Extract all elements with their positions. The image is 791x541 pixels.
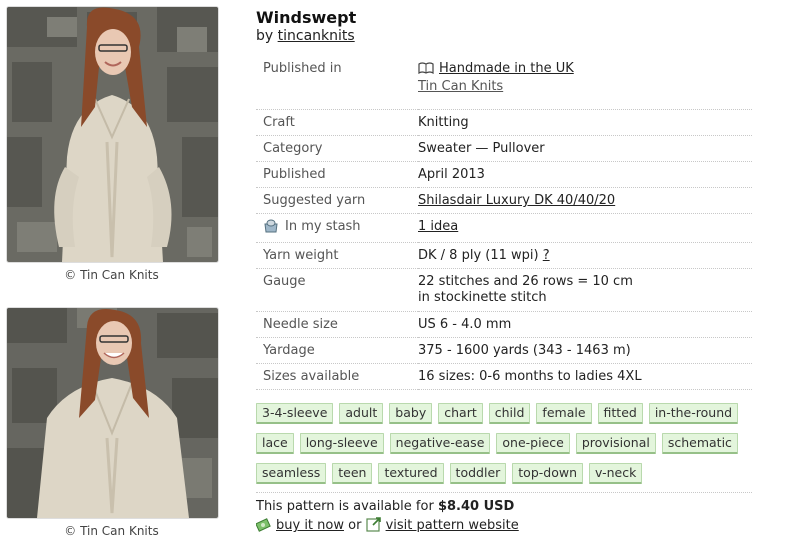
tag-chart[interactable]: chart <box>438 403 483 424</box>
tag-toddler[interactable]: toddler <box>449 463 507 484</box>
info-label: Published in <box>256 56 418 110</box>
tag-long-sleeve[interactable]: long-sleeve <box>299 433 384 454</box>
tag-in-the-round[interactable]: in-the-round <box>648 403 739 424</box>
price-line: This pattern is available for $8.40 USD <box>256 499 514 514</box>
tag-negative-ease[interactable]: negative-ease <box>389 433 491 454</box>
source-book-link[interactable]: Handmade in the UK <box>439 61 574 76</box>
info-row-category: Category Sweater — Pullover <box>256 135 752 162</box>
visit-pattern-website-link[interactable]: visit pattern website <box>386 518 519 533</box>
tag-fitted[interactable]: fitted <box>597 403 643 424</box>
info-value: Shilasdair Luxury DK 40/40/20 <box>418 187 752 214</box>
yarn-weight-value: DK / 8 ply (11 wpi) <box>418 248 539 263</box>
pattern-photo-2[interactable] <box>6 307 219 519</box>
pattern-photo-1[interactable] <box>6 6 219 263</box>
info-row-craft: Craft Knitting <box>256 109 752 136</box>
info-value: Handmade in the UK Tin Can Knits <box>418 56 752 110</box>
pattern-tags: 3-4-sleeve adult baby chart child female fitte… <box>256 400 752 490</box>
info-value: US 6 - 4.0 mm <box>418 311 752 338</box>
purchase-actions: buy it now or visit pattern website <box>255 516 519 533</box>
info-value: 22 stitches and 26 rows = 10 cm in stock… <box>418 268 752 312</box>
price-amount: $8.40 USD <box>437 499 515 514</box>
tag-lace[interactable]: lace <box>256 433 294 454</box>
info-value: Knitting <box>418 109 752 136</box>
info-label: Yarn weight <box>256 242 418 269</box>
pattern-details: Windswept by tincanknits Published in Ha… <box>256 8 752 493</box>
gauge-line-2: in stockinette stitch <box>418 290 547 305</box>
buy-it-now-link[interactable]: buy it now <box>276 518 344 533</box>
tag-baby[interactable]: baby <box>389 403 433 424</box>
source-designer-link[interactable]: Tin Can Knits <box>418 79 503 94</box>
tag-child[interactable]: child <box>488 403 531 424</box>
tag-adult[interactable]: adult <box>339 403 384 424</box>
info-label: In my stash <box>256 213 418 243</box>
tag-female[interactable]: female <box>536 403 592 424</box>
external-link-icon <box>365 516 382 532</box>
photo-credit: © Tin Can Knits <box>64 524 159 538</box>
pattern-byline: by tincanknits <box>256 28 752 44</box>
money-icon <box>255 516 272 532</box>
info-label: Craft <box>256 109 418 136</box>
tag-schematic[interactable]: schematic <box>661 433 738 454</box>
info-value: DK / 8 ply (11 wpi) ? <box>418 242 752 269</box>
tag-provisional[interactable]: provisional <box>575 433 656 454</box>
info-row-yarn-weight: Yarn weight DK / 8 ply (11 wpi) ? <box>256 242 752 269</box>
info-label: Gauge <box>256 268 418 312</box>
book-icon <box>418 62 434 79</box>
photo-credit: © Tin Can Knits <box>64 268 159 282</box>
info-label: Yardage <box>256 337 418 364</box>
tag-v-neck[interactable]: v-neck <box>589 463 643 484</box>
info-label: Published <box>256 161 418 188</box>
byline-prefix: by <box>256 28 274 44</box>
info-value: 1 idea <box>418 213 752 243</box>
info-row-published-in: Published in Handmade in the UK Tin Can … <box>256 56 752 110</box>
yarn-weight-help-link[interactable]: ? <box>543 248 550 263</box>
tags-divider <box>256 492 752 493</box>
tag-top-down[interactable]: top-down <box>512 463 584 484</box>
info-row-needle-size: Needle size US 6 - 4.0 mm <box>256 311 752 338</box>
info-row-gauge: Gauge 22 stitches and 26 rows = 10 cm in… <box>256 268 752 312</box>
info-label: Category <box>256 135 418 162</box>
pattern-page: © Tin Can Knits © Tin Can Knits Windswep… <box>0 0 791 541</box>
info-value: Sweater — Pullover <box>418 135 752 162</box>
info-row-stash: In my stash 1 idea <box>256 213 752 243</box>
pattern-info-table: Published in Handmade in the UK Tin Can … <box>256 56 752 390</box>
info-label: Sizes available <box>256 363 418 390</box>
gauge-line-1: 22 stitches and 26 rows = 10 cm <box>418 274 633 289</box>
price-text: This pattern is available for <box>256 499 434 514</box>
info-value: April 2013 <box>418 161 752 188</box>
author-link[interactable]: tincanknits <box>278 28 355 44</box>
info-label: Needle size <box>256 311 418 338</box>
info-value: 375 - 1600 yards (343 - 1463 m) <box>418 337 752 364</box>
tag-3-4-sleeve[interactable]: 3-4-sleeve <box>256 403 334 424</box>
info-row-suggested-yarn: Suggested yarn Shilasdair Luxury DK 40/4… <box>256 187 752 214</box>
pattern-title: Windswept <box>256 8 357 27</box>
tag-one-piece[interactable]: one-piece <box>496 433 570 454</box>
info-row-published: Published April 2013 <box>256 161 752 188</box>
info-label: Suggested yarn <box>256 187 418 214</box>
stash-icon <box>263 219 279 238</box>
or-text: or <box>348 518 362 533</box>
tag-seamless[interactable]: seamless <box>256 463 327 484</box>
tag-textured[interactable]: textured <box>378 463 444 484</box>
info-value: 16 sizes: 0-6 months to ladies 4XL <box>418 363 752 390</box>
stash-label: In my stash <box>285 219 361 234</box>
tag-teen[interactable]: teen <box>332 463 373 484</box>
info-row-sizes: Sizes available 16 sizes: 0-6 months to … <box>256 363 752 390</box>
stash-idea-link[interactable]: 1 idea <box>418 219 458 234</box>
suggested-yarn-link[interactable]: Shilasdair Luxury DK 40/40/20 <box>418 193 615 208</box>
info-row-yardage: Yardage 375 - 1600 yards (343 - 1463 m) <box>256 337 752 364</box>
